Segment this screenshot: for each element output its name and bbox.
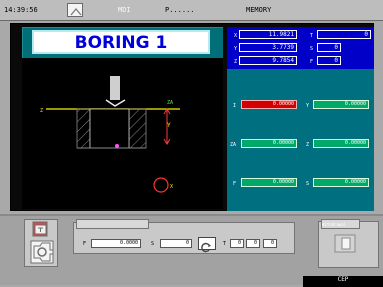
- feed-field[interactable]: 0.0000: [91, 239, 141, 248]
- feed-label: F: [83, 241, 87, 247]
- clock-readout: 14:39:56: [4, 6, 38, 14]
- coordinate-panel: X 11.9821 Y 3.7739 Z 9.7854 T 0 S 0 F 0: [227, 27, 374, 69]
- tool-field-3[interactable]: 0: [263, 239, 277, 248]
- x-axis-value: 11.9821: [239, 30, 297, 39]
- param-f-field[interactable]: 0.00000: [241, 178, 297, 187]
- status-icon: [67, 3, 83, 17]
- feed-register-value: 0: [317, 56, 341, 65]
- spindle-label: S: [151, 241, 155, 247]
- tool-holder: [110, 76, 120, 100]
- feed-parameters-tab: [76, 219, 149, 229]
- param-f-label: F: [233, 181, 237, 187]
- footer-bar: CEP: [303, 276, 383, 287]
- withdrawal-label: Withdrawal: [322, 222, 347, 227]
- param-za-label: ZA: [230, 142, 237, 148]
- param-s-label: S: [306, 181, 310, 187]
- spindle-register-label: S: [310, 46, 314, 52]
- svg-text:Z: Z: [40, 108, 43, 114]
- y-axis-value: 3.7739: [239, 43, 297, 52]
- boring-cycle-diagram: Z Y ZA X: [22, 58, 223, 209]
- footer-text: CEP: [337, 276, 349, 283]
- x-axis-label: X: [234, 33, 238, 39]
- spindle-register-value: 0: [317, 43, 341, 52]
- parameter-panel: I 0.00000 Y 0.00000 ZA 0.00000 Z 0.00000…: [227, 69, 374, 211]
- param-z-field[interactable]: 0.00000: [313, 139, 369, 148]
- origin-marker: [153, 177, 169, 193]
- svg-text:Y: Y: [167, 122, 171, 129]
- tool-label: T: [223, 241, 227, 247]
- feed-register-label: F: [310, 59, 314, 65]
- z-axis-value: 9.7854: [239, 56, 297, 65]
- param-y-field[interactable]: 0.00000: [313, 100, 369, 109]
- param-y-label: Y: [306, 103, 310, 109]
- mode-label[interactable]: MDI: [118, 6, 131, 15]
- tool-register-value: 0: [317, 30, 371, 39]
- param-z-label: Z: [306, 142, 310, 148]
- cycle-title-box: BORING 1: [32, 30, 210, 54]
- cycle-title: BORING 1: [74, 33, 168, 53]
- param-za-field[interactable]: 0.00000: [241, 139, 297, 148]
- memory-label: MEMORY: [246, 6, 272, 14]
- top-status-bar: 14:39:56 MDI P...... MEMORY: [0, 0, 383, 21]
- param-i-label: I: [233, 103, 237, 109]
- door-icon[interactable]: [333, 233, 357, 254]
- tool-field-1[interactable]: 0: [230, 239, 244, 248]
- z-axis-label: Z: [234, 59, 238, 65]
- tool-field-2[interactable]: 0: [246, 239, 260, 248]
- spindle-stepper-icon[interactable]: [30, 240, 54, 264]
- tool-icon[interactable]: [31, 221, 50, 238]
- rotation-direction-icon[interactable]: [198, 237, 216, 253]
- program-status: P......: [165, 6, 195, 14]
- svg-text:ZA: ZA: [167, 100, 173, 106]
- svg-text:X: X: [170, 184, 173, 190]
- y-axis-label: Y: [234, 46, 238, 52]
- bore-cavity: [89, 108, 130, 149]
- tool-register-label: T: [310, 33, 314, 39]
- param-i-field[interactable]: 0.00000: [241, 100, 297, 109]
- spindle-field[interactable]: 0: [160, 239, 192, 248]
- tool-tip: [105, 99, 126, 107]
- bottom-control-panel: F 0.0000 S 0 T 0 0 0 Withdrawal CEP: [0, 214, 383, 287]
- param-s-field[interactable]: 0.00000: [313, 178, 369, 187]
